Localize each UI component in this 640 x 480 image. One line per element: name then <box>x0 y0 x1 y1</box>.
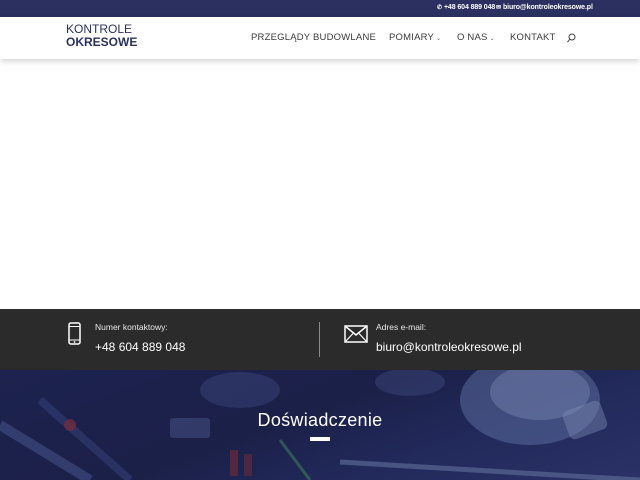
top-bar: ✆ +48 604 889 048 ✉ biuro@kontroleokreso… <box>0 0 640 17</box>
contact-divider <box>319 322 320 357</box>
envelope-icon <box>344 325 368 343</box>
mobile-phone-icon <box>68 322 81 345</box>
chevron-down-icon: ⌄ <box>436 36 442 42</box>
nav-item-pomiary[interactable]: POMIARY ⌄ <box>389 32 441 43</box>
search-icon[interactable] <box>567 33 576 43</box>
content-placeholder <box>0 59 640 309</box>
phone-icon: ✆ <box>437 5 442 11</box>
hero-section: Doświadczenie <box>0 370 640 480</box>
mail-icon: ✉ <box>496 5 501 11</box>
nav-item-label: PRZEGLĄDY BUDOWLANE <box>251 32 377 43</box>
nav-item-label: KONTAKT <box>510 32 556 43</box>
contact-strip: Numer kontaktowy: +48 604 889 048 Adres … <box>0 309 640 370</box>
topbar-phone-text: +48 604 889 048 <box>443 4 496 11</box>
nav-item-o-nas[interactable]: O NAS ⌄ <box>457 32 495 43</box>
phone-value[interactable]: +48 604 889 048 <box>95 340 185 354</box>
topbar-email-text: biuro@kontroleokresowe.pl <box>502 4 593 11</box>
nav-item-label: O NAS <box>457 32 488 43</box>
site-header: KONTROLE OKRESOWE PRZEGLĄDY BUDOWLANE PO… <box>0 17 640 59</box>
nav-item-przeglady[interactable]: PRZEGLĄDY BUDOWLANE <box>251 32 376 43</box>
phone-label: Numer kontaktowy: <box>95 322 168 332</box>
logo-line-2: OKRESOWE <box>66 35 138 49</box>
topbar-phone[interactable]: ✆ +48 604 889 048 <box>437 4 495 11</box>
nav-item-label: POMIARY <box>389 32 435 43</box>
email-label: Adres e-mail: <box>376 322 427 332</box>
chevron-down-icon: ⌄ <box>489 36 495 42</box>
email-value[interactable]: biuro@kontroleokresowe.pl <box>376 340 522 354</box>
logo-line-1: KONTROLE <box>66 22 133 36</box>
topbar-email[interactable]: ✉ biuro@kontroleokresowe.pl <box>496 4 593 11</box>
site-logo[interactable]: KONTROLE OKRESOWE <box>66 23 137 48</box>
nav-item-kontakt[interactable]: KONTAKT <box>510 32 556 43</box>
hero-title-underline <box>310 437 330 441</box>
hero-title: Doświadczenie <box>257 410 383 430</box>
